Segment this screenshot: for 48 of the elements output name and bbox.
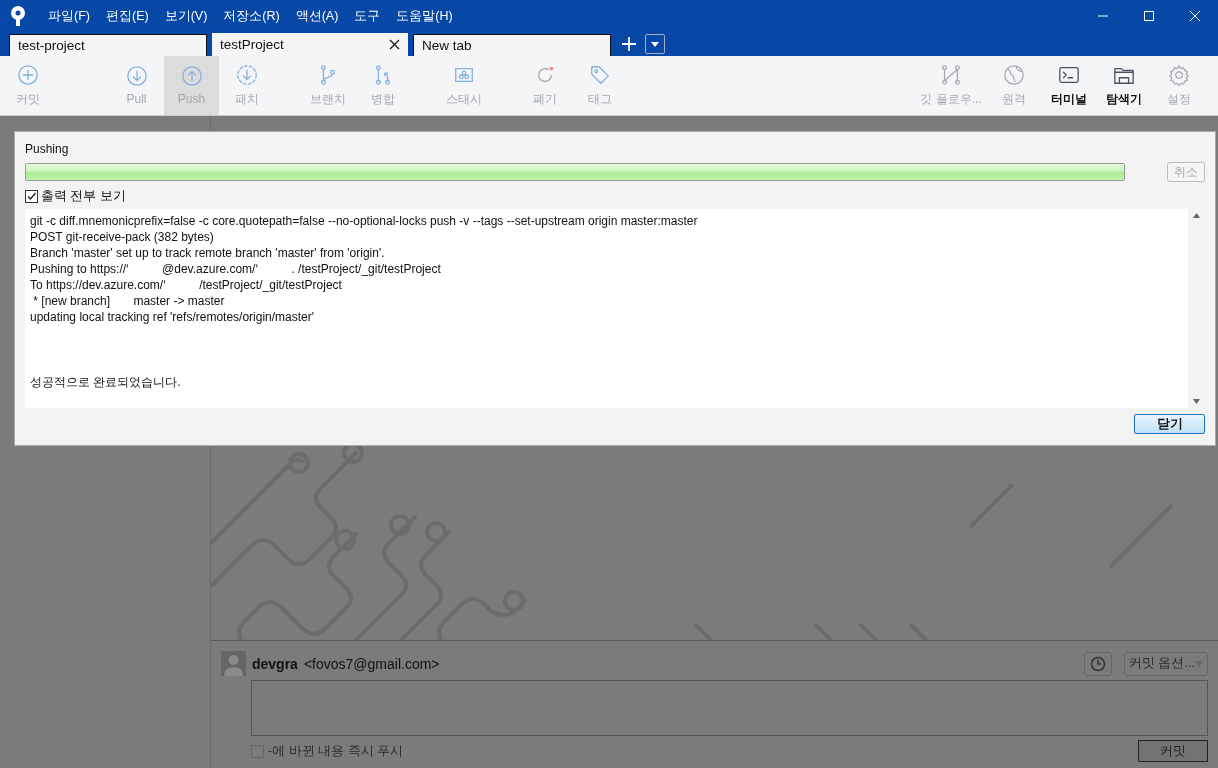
dialog-title: Pushing bbox=[25, 142, 70, 156]
output-line: Pushing to https://‘ @dev.azure.com/‘ . /testProject/_git/testProject bbox=[30, 261, 442, 277]
menu-item[interactable]: 도구 bbox=[346, 7, 389, 25]
app-logo bbox=[8, 5, 28, 27]
close-dialog-button[interactable]: 닫기 bbox=[1134, 414, 1205, 434]
output-line: git -c diff.mnemonicprefix=false -c core.quotepath=false --no-optional-locks push -v --tags --set-upstream origin master:master bbox=[30, 213, 699, 229]
output-line: Branch 'master' set up to track remote branch 'master' from 'origin'. bbox=[30, 245, 386, 261]
caret-icon bbox=[651, 41, 659, 47]
tag-icon bbox=[588, 63, 611, 86]
plus-circle-icon bbox=[16, 63, 39, 86]
menu-item[interactable]: 보기(V) bbox=[156, 7, 216, 25]
commit-button[interactable]: 커밋 bbox=[1138, 740, 1208, 762]
add-tab-icon[interactable] bbox=[621, 36, 637, 52]
history-button[interactable] bbox=[1084, 651, 1112, 676]
push-checkbox-label: -에 바뀐 내용 즉시 푸시 bbox=[268, 742, 404, 760]
menu-item[interactable]: 파일(F) bbox=[40, 7, 98, 25]
menu-item[interactable]: 저장소(R) bbox=[215, 7, 288, 25]
settings-icon bbox=[1167, 63, 1190, 86]
commit-message-field[interactable] bbox=[251, 680, 1208, 736]
up-arrow-circle-icon bbox=[180, 65, 203, 87]
avatar-icon bbox=[221, 651, 246, 676]
output-line: * [new branch] master -> master bbox=[32, 293, 226, 309]
checkbox-label: 출력 전부 보기 bbox=[41, 188, 126, 205]
menu-item[interactable]: 편집(E) bbox=[97, 7, 157, 25]
down-arrow-circle-icon bbox=[125, 65, 148, 87]
tab-menu-button[interactable] bbox=[645, 34, 665, 54]
output-line: POST git-receive-pack (382 bytes) bbox=[30, 229, 215, 245]
status-message: 성공적으로 완료되었습니다. bbox=[30, 374, 182, 390]
git-flow-icon bbox=[940, 63, 962, 86]
output-line: updating local tracking ref 'refs/remotes/origin/master' bbox=[30, 309, 316, 325]
toolbar-button[interactable]: 터미널 bbox=[1041, 56, 1096, 115]
maximize-icon bbox=[1143, 10, 1155, 22]
tab[interactable]: testProject bbox=[211, 32, 409, 56]
scroll-down-icon[interactable] bbox=[1193, 399, 1200, 404]
globe-icon bbox=[1002, 63, 1025, 86]
tab[interactable]: test-project bbox=[9, 34, 207, 56]
author-label: devgra <fovos7@gmail.com> bbox=[252, 655, 440, 672]
dashed-circle-icon bbox=[235, 63, 258, 86]
menu-item[interactable]: 도움말(H) bbox=[388, 7, 461, 25]
tab[interactable]: New tab bbox=[413, 34, 611, 56]
close-icon bbox=[1189, 10, 1201, 22]
output-line: To https://dev.azure.com/‘ /testProject/_git/testProject bbox=[30, 277, 343, 293]
commit-options-dropdown[interactable]: 커밋 옵션... bbox=[1124, 651, 1208, 676]
menu-item[interactable]: 액션(A) bbox=[287, 7, 347, 25]
scroll-up-icon[interactable] bbox=[1193, 213, 1200, 218]
toolbar-button[interactable]: 탐색기 bbox=[1096, 56, 1151, 115]
close-icon[interactable] bbox=[389, 39, 400, 50]
checkbox[interactable] bbox=[25, 190, 38, 203]
